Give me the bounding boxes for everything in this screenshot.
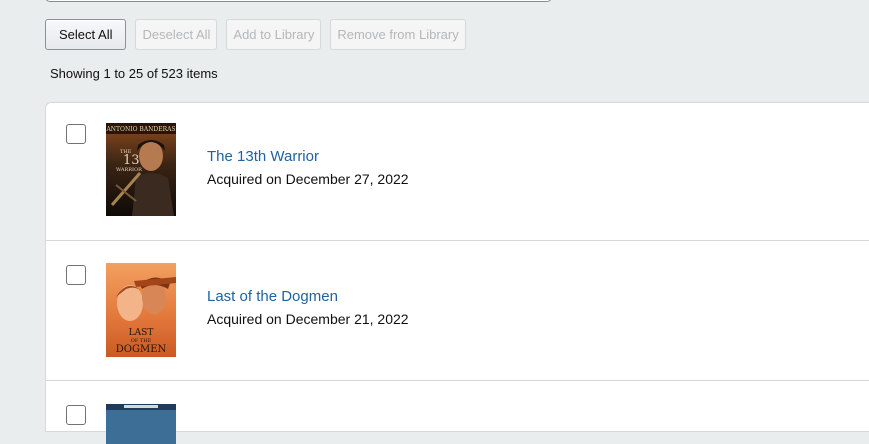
svg-text:LAST: LAST: [129, 328, 154, 338]
select-all-button[interactable]: Select All: [45, 19, 127, 50]
svg-text:WARRIOR: WARRIOR: [116, 167, 142, 173]
item-title-link[interactable]: The 13th Warrior: [207, 148, 319, 165]
svg-text:ANTONIO BANDERAS: ANTONIO BANDERAS: [106, 126, 176, 133]
acquired-date: Acquired on December 21, 2022: [207, 311, 409, 327]
item-list: ANTONIO BANDERAS THE 13 WARRIOR The 13th…: [45, 102, 869, 444]
add-to-library-button[interactable]: Add to Library: [226, 19, 322, 50]
list-item: LAST OF THE DOGMEN Last of the Dogmen Ac…: [46, 241, 869, 381]
toolbar: Select All Deselect All Add to Library R…: [45, 19, 466, 50]
poster-image[interactable]: LAST OF THE DOGMEN: [106, 263, 176, 357]
poster-image[interactable]: ANTONIO BANDERAS THE 13 WARRIOR: [106, 123, 176, 216]
item-title-link[interactable]: Last of the Dogmen: [207, 288, 338, 305]
search-input[interactable]: [45, 0, 552, 2]
svg-text:13: 13: [123, 153, 140, 168]
item-checkbox[interactable]: [66, 265, 86, 285]
item-checkbox[interactable]: [66, 124, 86, 144]
svg-text:DOGMEN: DOGMEN: [116, 344, 167, 355]
remove-from-library-button[interactable]: Remove from Library: [330, 19, 466, 50]
deselect-all-button[interactable]: Deselect All: [135, 19, 218, 50]
poster-image[interactable]: [106, 404, 176, 444]
item-checkbox[interactable]: [66, 405, 86, 425]
list-item: [46, 381, 869, 444]
acquired-date: Acquired on December 27, 2022: [207, 171, 409, 187]
result-count: Showing 1 to 25 of 523 items: [50, 66, 218, 81]
list-item: ANTONIO BANDERAS THE 13 WARRIOR The 13th…: [46, 103, 869, 241]
